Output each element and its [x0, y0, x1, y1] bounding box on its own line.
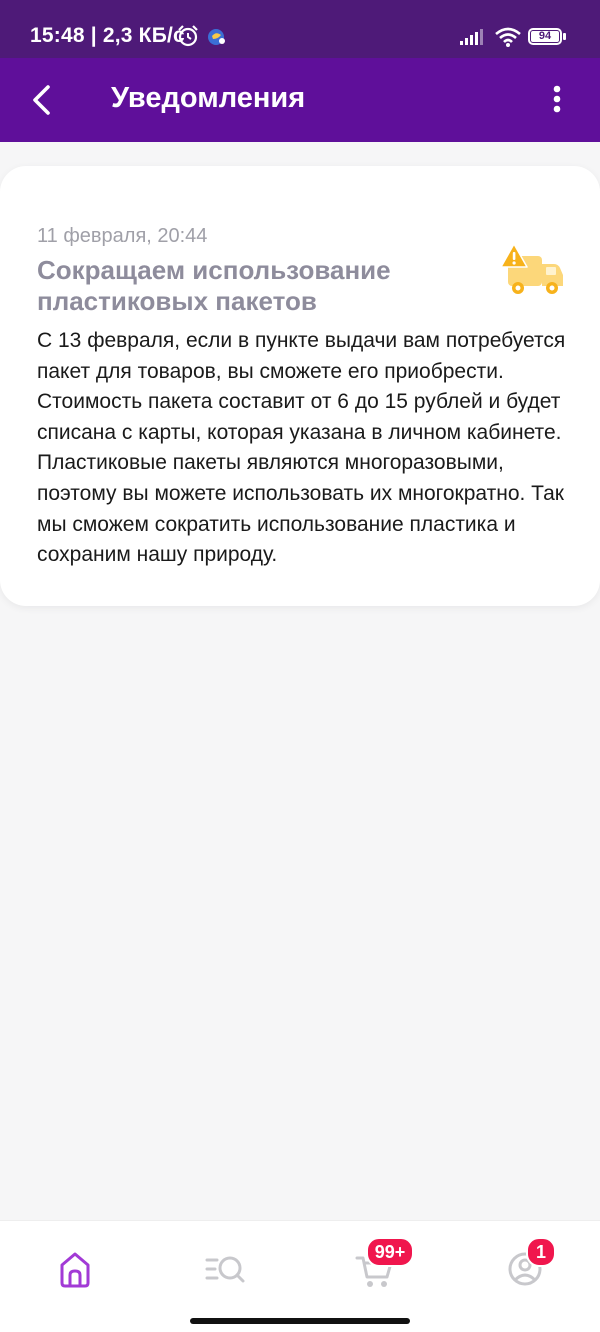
- profile-badge: 1: [526, 1237, 556, 1267]
- app-bar: Уведомления: [0, 58, 600, 142]
- nav-home[interactable]: [45, 1243, 105, 1293]
- app-notification-icon: [208, 29, 225, 45]
- cart-badge: 99+: [366, 1237, 414, 1267]
- notifications-list: 11 февраля, 20:44 Сокращаем использовани…: [0, 142, 600, 1220]
- notification-card[interactable]: 11 февраля, 20:44 Сокращаем использовани…: [0, 166, 600, 606]
- alarm-icon: [178, 25, 198, 47]
- back-button[interactable]: [22, 78, 66, 122]
- signal-icon: [460, 29, 483, 45]
- notification-date: 11 февраля, 20:44: [37, 225, 208, 247]
- bottom-navigation: 99+ 1: [0, 1220, 600, 1332]
- more-vertical-icon: [553, 85, 561, 113]
- battery-tip: [563, 33, 566, 40]
- notification-body: С 13 февраля, если в пункте выдачи вам п…: [37, 329, 566, 567]
- home-indicator[interactable]: [190, 1318, 410, 1324]
- catalog-search-icon: [205, 1256, 245, 1283]
- status-bar: 15:48 | 2,3 КБ/с 94: [0, 0, 600, 58]
- more-options-button[interactable]: [538, 78, 578, 122]
- back-arrow-icon: [33, 85, 50, 115]
- battery-level: 94: [538, 30, 552, 42]
- wifi-icon: [495, 27, 521, 47]
- notifications-screen: 15:48 | 2,3 КБ/с 94 Уведомления 11 февра…: [0, 0, 600, 1332]
- truck-warning-icon: [500, 243, 563, 294]
- status-time: 15:48 | 2,3 КБ/с: [30, 24, 185, 47]
- page-title: Уведомления: [111, 82, 306, 114]
- home-icon: [60, 1252, 90, 1288]
- notification-title: Сокращаем использование пластиковых паке…: [37, 255, 391, 316]
- battery-icon: 94: [528, 28, 562, 45]
- nav-catalog[interactable]: [195, 1243, 255, 1293]
